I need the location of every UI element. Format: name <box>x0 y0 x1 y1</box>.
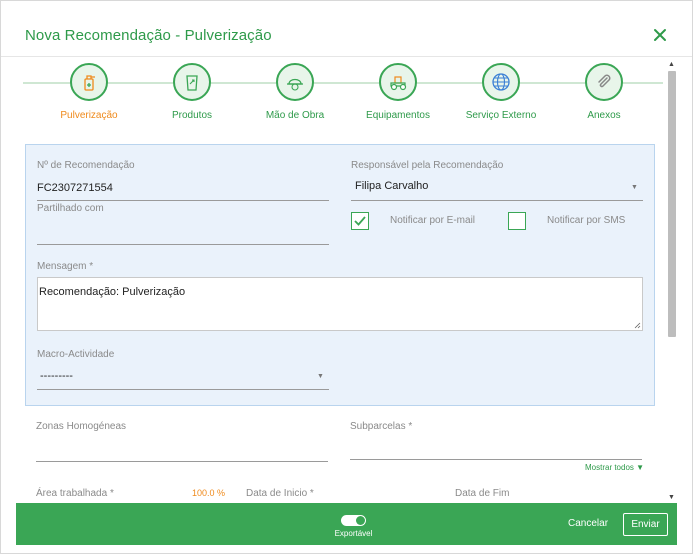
zones-label: Zonas Homogéneas <box>36 421 127 432</box>
step-label: Serviço Externo <box>465 110 537 121</box>
tractor-icon <box>379 63 417 101</box>
step-produtos[interactable]: Produtos <box>137 63 247 125</box>
step-label: Mão de Obra <box>265 110 325 121</box>
product-bag-icon <box>173 63 211 101</box>
modal-footer: Exportável Cancelar Enviar <box>16 503 677 545</box>
step-equipamentos[interactable]: Equipamentos <box>343 63 453 125</box>
worker-hat-icon <box>276 63 314 101</box>
export-label: Exportável <box>334 529 373 538</box>
step-mao-de-obra[interactable]: Mão de Obra <box>240 63 350 125</box>
scrollbar-thumb[interactable] <box>668 71 676 337</box>
check-icon <box>354 216 366 226</box>
zones-input[interactable] <box>36 461 328 462</box>
notify-sms-checkbox[interactable] <box>508 212 526 230</box>
end-date-label: Data de Fim <box>455 488 510 499</box>
field-underline <box>37 200 329 201</box>
step-label: Produtos <box>171 110 213 121</box>
area-percentage: 100.0 % <box>192 488 226 498</box>
scroll-up-icon[interactable]: ▲ <box>668 61 675 68</box>
recommendation-number-label: Nº de Recomendação <box>37 160 135 171</box>
step-label: Equipamentos <box>366 110 430 121</box>
resize-handle-icon[interactable] <box>634 322 641 329</box>
send-button[interactable]: Enviar <box>623 513 668 536</box>
step-servico-externo[interactable]: Serviço Externo <box>446 63 556 125</box>
show-all-link[interactable]: Mostrar todos ▼ <box>585 463 644 472</box>
notify-email-label: Notificar por E-mail <box>390 215 476 226</box>
responsible-select[interactable]: Filipa Carvalho <box>355 180 428 192</box>
message-text: Recomendação: Pulverização <box>39 286 186 298</box>
step-pulverizacao[interactable]: Pulverização <box>34 63 144 125</box>
shared-with-label: Partilhado com <box>37 203 104 214</box>
modal-title: Nova Recomendação - Pulverização <box>25 27 272 44</box>
chevron-down-icon[interactable]: ▼ <box>317 373 324 380</box>
start-date-label: Data de Inicio * <box>246 488 314 499</box>
step-label: Anexos <box>587 110 621 121</box>
notify-email-checkbox[interactable] <box>351 212 369 230</box>
step-anexos[interactable]: Anexos <box>549 63 659 125</box>
recommendation-modal: Nova Recomendação - Pulverização Pulveri… <box>0 0 693 554</box>
modal-header: Nova Recomendação - Pulverização <box>1 1 692 57</box>
scroll-down-icon[interactable]: ▼ <box>668 494 675 501</box>
area-label: Área trabalhada * <box>36 488 114 499</box>
toggle-knob <box>356 516 365 525</box>
step-label: Pulverização <box>60 110 118 121</box>
shared-with-input[interactable] <box>37 244 329 245</box>
subparcels-input[interactable] <box>350 459 642 460</box>
close-icon[interactable] <box>652 27 668 43</box>
subparcels-label: Subparcelas * <box>350 421 413 432</box>
paperclip-icon <box>585 63 623 101</box>
globe-icon <box>482 63 520 101</box>
cancel-button[interactable]: Cancelar <box>568 518 608 529</box>
message-label: Mensagem * <box>37 261 94 272</box>
vertical-scrollbar[interactable]: ▲ ▼ <box>666 59 678 503</box>
sprayer-icon <box>70 63 108 101</box>
field-underline <box>37 389 329 390</box>
message-textarea[interactable]: Recomendação: Pulverização <box>37 277 643 331</box>
macro-activity-select[interactable]: --------- <box>40 370 73 382</box>
export-toggle[interactable] <box>341 515 366 526</box>
macro-activity-label: Macro-Actividade <box>37 349 115 360</box>
responsible-label: Responsável pela Recomendação <box>351 160 504 171</box>
notify-sms-label: Notificar por SMS <box>547 215 626 226</box>
chevron-down-icon[interactable]: ▼ <box>631 184 638 191</box>
recommendation-number-field[interactable]: FC2307271554 <box>37 182 113 194</box>
field-underline <box>351 200 643 201</box>
recommendation-details-panel: Nº de Recomendação FC2307271554 Responsá… <box>25 144 655 406</box>
